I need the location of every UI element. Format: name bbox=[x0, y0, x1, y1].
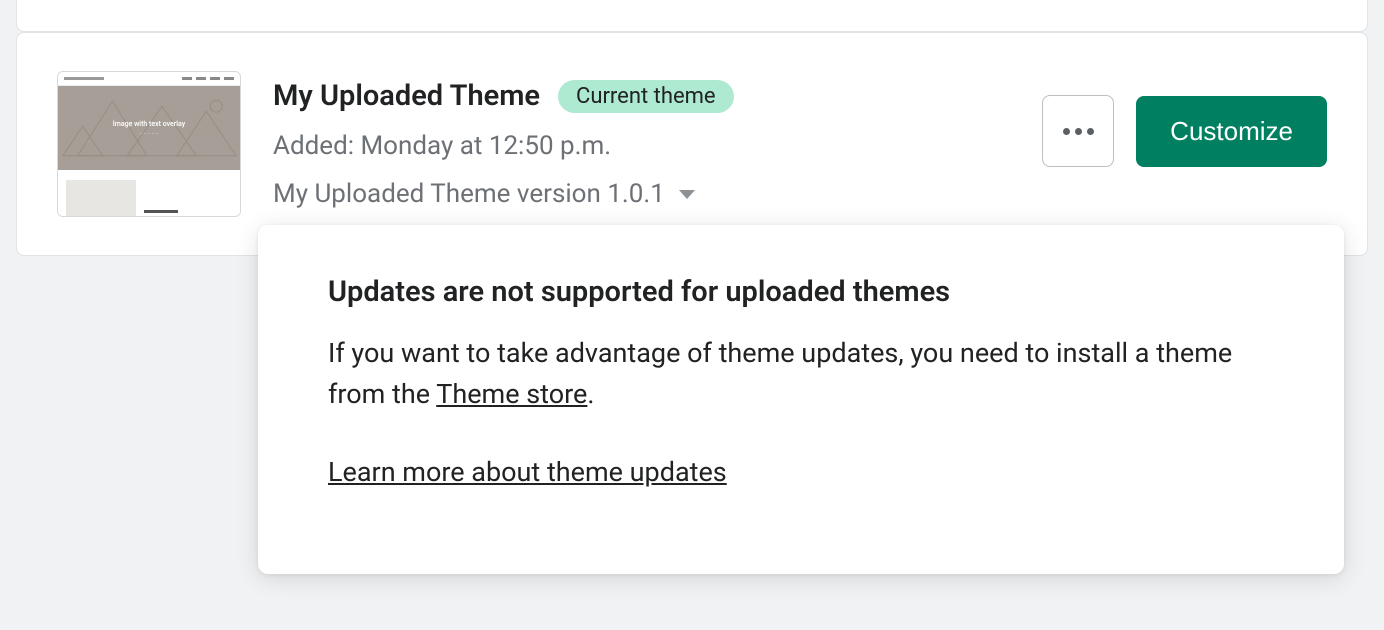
theme-version-dropdown[interactable]: My Uploaded Theme version 1.0.1 bbox=[273, 179, 1010, 209]
thumbnail-header bbox=[58, 72, 240, 86]
thumbnail-bottom bbox=[58, 170, 240, 217]
theme-title: My Uploaded Theme bbox=[273, 79, 540, 113]
dots-icon bbox=[1063, 128, 1070, 135]
current-theme-badge: Current theme bbox=[558, 80, 734, 113]
theme-store-link[interactable]: Theme store bbox=[436, 378, 587, 410]
previous-card-edge bbox=[16, 0, 1368, 32]
thumbnail-hero: Image with text overlay — — — — — bbox=[58, 86, 240, 170]
version-popover: Updates are not supported for uploaded t… bbox=[258, 225, 1344, 574]
theme-version-text: My Uploaded Theme version 1.0.1 bbox=[273, 179, 665, 209]
popover-title: Updates are not supported for uploaded t… bbox=[328, 275, 1274, 309]
theme-thumbnail: Image with text overlay — — — — — bbox=[57, 71, 241, 217]
chevron-down-icon bbox=[679, 190, 695, 199]
theme-added-date: Added: Monday at 12:50 p.m. bbox=[273, 131, 1010, 161]
popover-body-suffix: . bbox=[587, 378, 594, 410]
theme-card: Image with text overlay — — — — — My Upl… bbox=[16, 32, 1368, 256]
theme-info: My Uploaded Theme Current theme Added: M… bbox=[273, 71, 1010, 209]
popover-body: If you want to take advantage of theme u… bbox=[328, 333, 1274, 414]
thumbnail-hero-sub: — — — — — bbox=[139, 131, 159, 136]
customize-button[interactable]: Customize bbox=[1136, 96, 1327, 167]
thumbnail-hero-text: Image with text overlay bbox=[113, 120, 185, 129]
theme-actions: Customize bbox=[1042, 71, 1327, 167]
more-actions-button[interactable] bbox=[1042, 95, 1114, 167]
learn-more-link[interactable]: Learn more about theme updates bbox=[328, 456, 727, 488]
